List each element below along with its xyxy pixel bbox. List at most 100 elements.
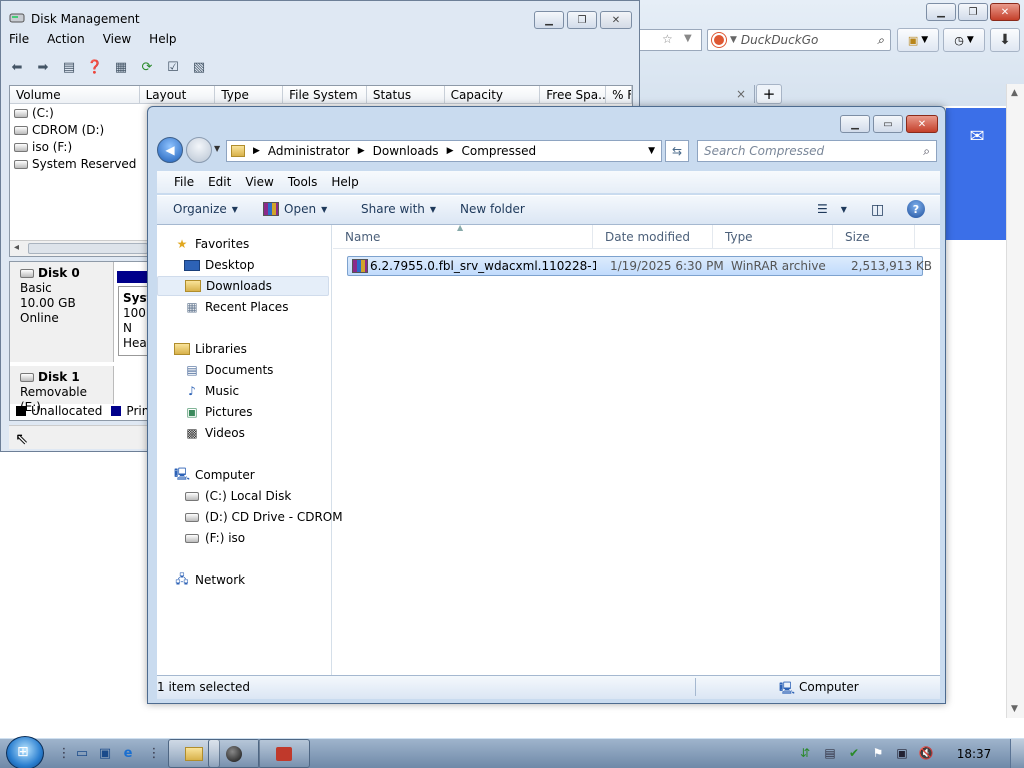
dm-menu-file[interactable]: File [9, 32, 29, 52]
rescan-disks-icon[interactable]: ▧ [189, 58, 209, 76]
breadcrumb-compressed[interactable]: Compressed [461, 144, 536, 158]
preview-pane-button[interactable]: ◫ [871, 202, 884, 218]
engine-dropdown-icon[interactable]: ▼ [730, 35, 737, 45]
nav-cd-drive-d[interactable]: (D:) CD Drive - CDROM [184, 507, 343, 527]
url-bar[interactable]: ☆ ▼ [640, 29, 702, 51]
share-with-button[interactable]: Share with ▼ [361, 202, 436, 216]
breadcrumb-downloads[interactable]: Downloads [373, 144, 439, 158]
nav-desktop[interactable]: Desktop [184, 255, 255, 275]
menu-help[interactable]: Help [331, 175, 358, 189]
taskbar-app-disk[interactable] [208, 739, 260, 768]
taskbar-app-toolbox[interactable] [258, 739, 310, 768]
browser-minimize-button[interactable]: ▁ [926, 3, 956, 21]
dm-menu-view[interactable]: View [103, 32, 131, 52]
address-dropdown-icon[interactable]: ▼ [648, 146, 655, 156]
dm-close-button[interactable]: ✕ [600, 11, 632, 29]
col-type[interactable]: Type [713, 225, 833, 248]
security-tray-icon[interactable]: ✔ [846, 745, 862, 761]
breadcrumb-administrator[interactable]: Administrator [268, 144, 350, 158]
ex-minimize-button[interactable]: ▁ [840, 115, 870, 133]
open-button[interactable]: Open ▼ [263, 202, 327, 216]
show-desktop-icon[interactable]: ▭ [74, 745, 90, 761]
ex-maximize-button[interactable]: ▭ [873, 115, 903, 133]
col-free-space[interactable]: Free Spa... [540, 86, 607, 103]
col-file-system[interactable]: File System [283, 86, 367, 103]
col-name[interactable]: Name ▲ [333, 223, 593, 248]
breadcrumb-separator-icon[interactable]: ▶ [253, 146, 260, 156]
network-tray-icon[interactable]: ⇵ [797, 745, 813, 761]
disk1-info[interactable]: Disk 1 Removable (E:) [10, 366, 114, 414]
col-type[interactable]: Type [215, 86, 284, 103]
dm-menu-help[interactable]: Help [149, 32, 176, 52]
switch-windows-icon[interactable]: ▣ [97, 745, 113, 761]
taskbar-handle-icon[interactable]: ⋮ [146, 745, 162, 761]
action-center-flag-icon[interactable]: ⚑ [870, 745, 886, 761]
nav-documents[interactable]: ▤ Documents [184, 360, 273, 380]
dm-restore-button[interactable]: ❐ [567, 11, 597, 29]
quicklaunch-handle-icon[interactable]: ⋮ [56, 745, 72, 761]
nav-iso-f[interactable]: (F:) iso [184, 528, 245, 548]
scroll-left-icon[interactable]: ◂ [14, 242, 19, 253]
address-bar[interactable]: ▶ Administrator ▶ Downloads ▶ Compressed… [226, 140, 662, 162]
dm-menu-action[interactable]: Action [47, 32, 85, 52]
nav-music[interactable]: ♪ Music [184, 381, 239, 401]
nav-computer[interactable]: 🖳 Computer [174, 465, 255, 485]
volume-muted-icon[interactable]: 🔇 [918, 745, 934, 761]
col-status[interactable]: Status [367, 86, 445, 103]
nav-favorites[interactable]: ★ Favorites [174, 234, 250, 254]
back-button[interactable]: ◀ [157, 137, 183, 163]
forward-button[interactable] [186, 137, 212, 163]
search-icon[interactable]: ⌕ [923, 144, 930, 159]
scroll-down-icon[interactable]: ▼ [1011, 704, 1018, 714]
disk0-info[interactable]: Disk 0 Basic 10.00 GB Online [10, 262, 114, 362]
new-tab-button[interactable]: + [756, 84, 782, 104]
breadcrumb-separator-icon[interactable]: ▶ [358, 146, 365, 156]
browser-restore-button[interactable]: ❐ [958, 3, 988, 21]
forward-arrow-icon[interactable]: ➡ [33, 58, 53, 76]
mail-panel[interactable]: ✉ [946, 108, 1008, 240]
menu-tools[interactable]: Tools [288, 175, 318, 189]
nav-local-disk-c[interactable]: (C:) Local Disk [184, 486, 291, 506]
menu-file[interactable]: File [174, 175, 194, 189]
menu-edit[interactable]: Edit [208, 175, 231, 189]
help-book-icon[interactable]: ❓ [85, 58, 105, 76]
properties-check-icon[interactable]: ☑ [163, 58, 183, 76]
bookmark-star-icon[interactable]: ☆ [662, 32, 673, 46]
file-row-selected[interactable]: 6.2.7955.0.fbl_srv_wdacxml.110228-1930_.… [347, 256, 932, 276]
breadcrumb-separator-icon[interactable]: ▶ [447, 146, 454, 156]
search-icon[interactable]: ⌕ [877, 33, 884, 48]
organize-button[interactable]: Organize ▼ [173, 202, 238, 216]
col-size[interactable]: Size [833, 225, 915, 248]
nav-network[interactable]: 🖧 Network [174, 570, 245, 590]
search-engine-box[interactable]: ▼ DuckDuckGo ⌕ [707, 29, 891, 51]
col-capacity[interactable]: Capacity [445, 86, 541, 103]
properties-icon[interactable]: ▦ [111, 58, 131, 76]
col-date-modified[interactable]: Date modified [593, 225, 713, 248]
url-dropdown-icon[interactable]: ▼ [684, 33, 692, 44]
nav-libraries[interactable]: Libraries [174, 339, 247, 359]
show-desktop-button[interactable] [1010, 739, 1024, 768]
col-volume[interactable]: Volume [10, 86, 140, 103]
bookmarks-button[interactable]: ▣ ▼ [897, 28, 939, 52]
nav-recent-places[interactable]: ▦ Recent Places [184, 297, 288, 317]
nav-pictures[interactable]: ▣ Pictures [184, 402, 252, 422]
internet-explorer-icon[interactable]: e [120, 745, 136, 761]
clock[interactable]: 18:37 [946, 747, 1002, 761]
history-button[interactable]: ◷ ▼ [943, 28, 985, 52]
mail-icon[interactable]: ✉ [969, 126, 984, 240]
refresh-icon[interactable]: ⟳ [137, 58, 157, 76]
volume-row[interactable]: (C:) [14, 106, 54, 120]
back-arrow-icon[interactable]: ⬅ [7, 58, 27, 76]
change-view-button[interactable]: ☰ ▼ [817, 202, 847, 216]
start-button[interactable]: ⊞ [6, 736, 44, 768]
show-hide-tree-icon[interactable]: ▤ [59, 58, 79, 76]
dm-minimize-button[interactable]: ▁ [534, 11, 564, 29]
nav-videos[interactable]: ▩ Videos [184, 423, 245, 443]
scroll-thumb[interactable] [28, 243, 148, 254]
browser-scrollbar[interactable]: ▲ ▼ [1006, 84, 1024, 718]
col-percent-free[interactable]: % F [606, 86, 632, 103]
menu-view[interactable]: View [245, 175, 273, 189]
network-status-icon[interactable]: ▣ [894, 745, 910, 761]
recent-pages-icon[interactable]: ▼ [214, 144, 220, 153]
scroll-up-icon[interactable]: ▲ [1011, 88, 1018, 98]
